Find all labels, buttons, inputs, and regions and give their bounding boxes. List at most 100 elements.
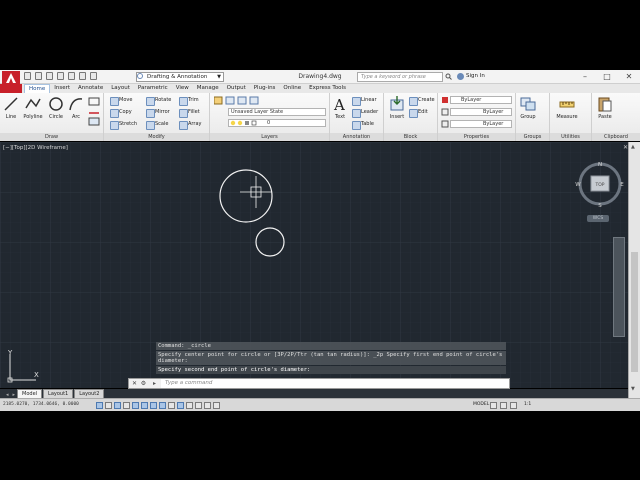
trim-button[interactable]: Trim <box>179 96 199 106</box>
user-icon[interactable] <box>457 73 464 80</box>
tab-parametric[interactable]: Parametric <box>134 84 172 93</box>
tab-manage[interactable]: Manage <box>193 84 223 93</box>
close-button[interactable]: ✕ <box>618 70 640 84</box>
grid-toggle[interactable] <box>114 402 121 409</box>
polar-toggle[interactable] <box>132 402 139 409</box>
tab-output[interactable]: Output <box>223 84 250 93</box>
modify-panel-title[interactable]: Modify <box>104 133 209 141</box>
tab-online[interactable]: Online <box>279 84 305 93</box>
clipboard-panel-title[interactable]: Clipboard <box>592 133 640 141</box>
arc-tool[interactable]: Arc <box>68 96 84 120</box>
application-menu-button[interactable] <box>0 84 22 93</box>
sign-in-link[interactable]: Sign In <box>466 73 485 79</box>
annotation-scale-icon[interactable] <box>510 402 517 409</box>
tab-express-tools[interactable]: Express Tools <box>305 84 350 93</box>
scroll-up-icon[interactable]: ▲ <box>631 144 635 150</box>
stretch-button[interactable]: Stretch <box>110 120 137 130</box>
3d-osnap-toggle[interactable] <box>150 402 157 409</box>
annotation-scale-value[interactable]: 1:1 <box>524 402 531 407</box>
sc-toggle[interactable] <box>213 402 220 409</box>
tab-layout2[interactable]: Layout2 <box>74 389 105 398</box>
command-close-icon[interactable]: ✕ <box>131 380 138 387</box>
group-tool[interactable]: Group <box>518 96 538 120</box>
paste-label: Paste <box>598 114 612 120</box>
viewcube[interactable]: TOP N S E W <box>574 160 626 216</box>
navigation-bar[interactable] <box>613 237 625 337</box>
lineweight-select[interactable]: ByLayer <box>450 120 512 128</box>
utilities-panel-title[interactable]: Utilities <box>550 133 591 141</box>
quick-view-layouts-icon[interactable] <box>490 402 497 409</box>
drawing-canvas[interactable]: [−][Top][2D Wireframe] ✕ TOP N S E W WCS… <box>0 142 628 388</box>
rotate-button[interactable]: Rotate <box>146 96 171 106</box>
layer-tools-icons[interactable] <box>214 96 274 105</box>
tab-plug-ins[interactable]: Plug-ins <box>250 84 280 93</box>
tab-annotate[interactable]: Annotate <box>74 84 107 93</box>
paste-tool[interactable]: Paste <box>596 96 614 120</box>
minimize-button[interactable]: – <box>574 70 596 84</box>
text-tool[interactable]: A Text <box>332 96 348 120</box>
tab-view[interactable]: View <box>172 84 193 93</box>
otrack-toggle[interactable] <box>159 402 166 409</box>
polyline-tool[interactable]: Polyline <box>22 96 44 120</box>
block-panel-title[interactable]: Block <box>384 133 437 141</box>
osnap-toggle[interactable] <box>141 402 148 409</box>
vertical-scrollbar[interactable]: ▲ ▼ <box>628 142 640 398</box>
qp-toggle[interactable] <box>204 402 211 409</box>
maximize-button[interactable]: □ <box>596 70 618 84</box>
tab-model[interactable]: Model <box>17 389 43 398</box>
search-input[interactable]: Type a keyword or phrase <box>357 72 443 82</box>
circle-tool[interactable]: Circle <box>47 96 65 120</box>
group-label: Group <box>520 114 536 120</box>
tpy-toggle[interactable] <box>195 402 202 409</box>
text-label: Text <box>334 114 346 120</box>
lwt-toggle[interactable] <box>186 402 193 409</box>
mirror-button[interactable]: Mirror <box>146 108 170 118</box>
ducs-toggle[interactable] <box>168 402 175 409</box>
search-icon[interactable] <box>445 73 452 80</box>
quick-view-drawings-icon[interactable] <box>500 402 507 409</box>
annotation-panel-title[interactable]: Annotation <box>330 133 383 141</box>
line-tool[interactable]: Line <box>3 96 19 120</box>
snap-toggle[interactable] <box>105 402 112 409</box>
tab-home[interactable]: Home <box>24 83 51 94</box>
measure-tool[interactable]: Measure <box>554 96 580 120</box>
model-space-button[interactable]: MODEL <box>473 402 489 407</box>
copy-button[interactable]: Copy <box>110 108 132 118</box>
move-button[interactable]: Move <box>110 96 132 106</box>
modify-panel: Move Rotate Trim Copy Mirror Fillet Stre… <box>104 93 210 141</box>
circle-icon <box>49 97 63 111</box>
draw-extra-icons[interactable] <box>88 97 102 127</box>
properties-panel-title[interactable]: Properties <box>438 133 515 141</box>
command-input[interactable]: Type a command <box>161 379 509 388</box>
infer-constraints-toggle[interactable] <box>96 402 103 409</box>
color-select[interactable]: ByLayer <box>450 96 512 104</box>
scale-button[interactable]: Scale <box>146 120 168 130</box>
draw-panel-title[interactable]: Draw <box>0 133 103 141</box>
edit-block-button[interactable]: Edit <box>409 108 428 118</box>
layers-panel-title[interactable]: Layers <box>210 133 329 141</box>
scroll-down-icon[interactable]: ▼ <box>631 386 635 392</box>
groups-panel-title[interactable]: Groups <box>516 133 549 141</box>
table-button[interactable]: Table <box>352 120 374 130</box>
match-properties-icon[interactable] <box>441 96 449 128</box>
leader-button[interactable]: Leader <box>352 108 378 118</box>
command-history: Command: _circle Specify center point fo… <box>156 342 506 375</box>
tab-layout[interactable]: Layout <box>107 84 134 93</box>
create-block-button[interactable]: Create <box>409 96 435 106</box>
ortho-toggle[interactable] <box>123 402 130 409</box>
viewport-controls[interactable]: [−][Top][2D Wireframe] <box>3 145 68 151</box>
wrench-icon[interactable]: ⚙ <box>140 380 147 387</box>
tab-insert[interactable]: Insert <box>50 84 74 93</box>
layer-state-select[interactable]: Unsaved Layer State <box>228 108 326 116</box>
wcs-menu-button[interactable]: WCS <box>587 215 609 222</box>
scrollbar-thumb[interactable] <box>631 252 638 372</box>
linear-dimension-button[interactable]: Linear <box>352 96 377 106</box>
text-icon: A <box>333 96 345 112</box>
insert-tool[interactable]: Insert <box>388 96 406 120</box>
dyn-toggle[interactable] <box>177 402 184 409</box>
fillet-button[interactable]: Fillet <box>179 108 200 118</box>
array-button[interactable]: Array <box>179 120 201 130</box>
history-line: Specify second end point of circle's dia… <box>156 366 506 374</box>
tab-layout1[interactable]: Layout1 <box>43 389 74 398</box>
linetype-select[interactable]: ByLayer <box>450 108 512 116</box>
